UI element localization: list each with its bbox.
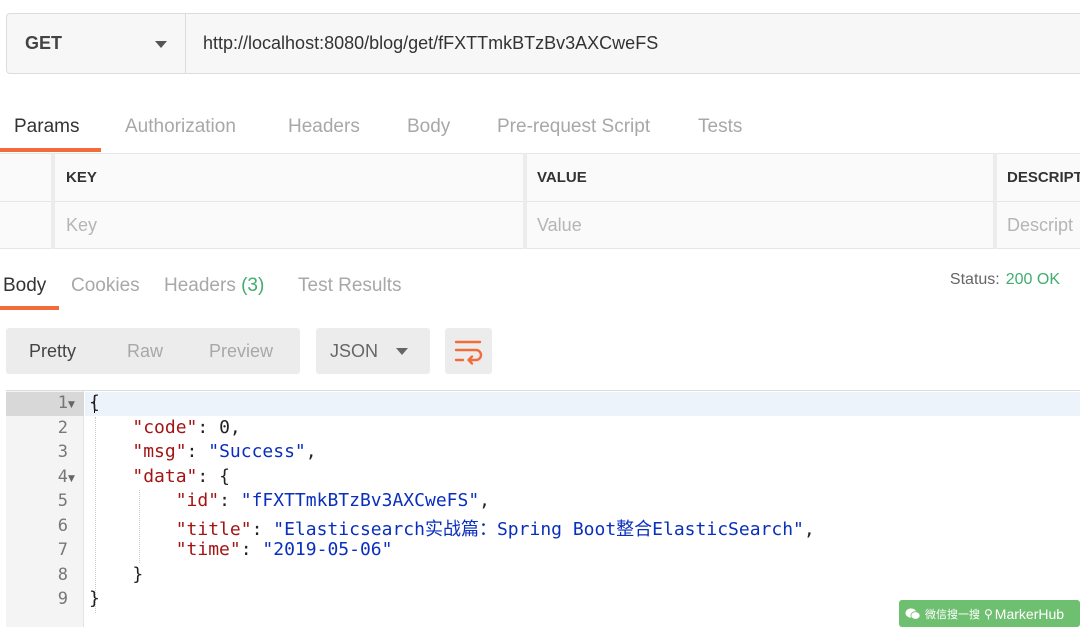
- view-raw-button[interactable]: Raw: [127, 341, 163, 362]
- column-divider: [51, 153, 55, 249]
- params-input-row: Key Value Descript: [0, 201, 1080, 249]
- format-select[interactable]: JSON: [316, 328, 430, 374]
- active-response-tab-indicator: [0, 306, 59, 310]
- fold-arrow-icon[interactable]: ▼: [68, 400, 75, 410]
- tab-response-body[interactable]: Body: [3, 275, 46, 297]
- method-label: GET: [25, 33, 63, 53]
- view-preview-button[interactable]: Preview: [209, 341, 273, 362]
- request-tabs: Params Authorization Headers Body Pre-re…: [0, 105, 1080, 153]
- search-icon: ⚲: [984, 606, 993, 621]
- description-input[interactable]: Descript: [996, 202, 1080, 249]
- format-label: JSON: [330, 341, 379, 361]
- url-input[interactable]: http://localhost:8080/blog/get/fFXTTmkBT…: [186, 14, 1080, 73]
- code-line: "id": "fFXTTmkBTzBv3AXCweFS",: [175, 490, 491, 511]
- response-body-editor[interactable]: 1 ▼ 2 3 4 ▼ 5 6 7 8 9 { "code": 0, "msg"…: [6, 390, 1080, 627]
- line-number: 5: [57, 491, 68, 511]
- params-header-row: KEY VALUE DESCRIPTI: [0, 153, 1080, 201]
- tab-cookies[interactable]: Cookies: [71, 275, 140, 297]
- response-tabs: Body Cookies Headers (3) Test Results: [0, 268, 1080, 312]
- line-number: 7: [57, 540, 68, 560]
- value-input[interactable]: Value: [526, 202, 994, 249]
- code-line: }: [132, 564, 144, 585]
- line-number: 1: [57, 393, 68, 413]
- headers-count-badge: (3): [241, 275, 265, 296]
- column-key: KEY: [66, 169, 97, 186]
- column-divider: [993, 153, 997, 249]
- tab-response-headers[interactable]: Headers (3): [164, 275, 264, 297]
- view-pretty-button[interactable]: Pretty: [29, 341, 76, 362]
- tab-test-results[interactable]: Test Results: [298, 275, 401, 297]
- active-tab-indicator: [0, 148, 101, 152]
- line-number: 6: [57, 516, 68, 536]
- view-mode-toggle: Pretty Raw Preview: [6, 328, 300, 374]
- column-divider: [523, 153, 527, 249]
- watermark-brand: MarkerHub: [994, 605, 1065, 622]
- watermark: 微信搜一搜 ⚲ MarkerHub: [899, 600, 1080, 627]
- chevron-down-icon: [396, 348, 408, 355]
- code-line: "time": "2019-05-06": [175, 539, 393, 560]
- chevron-down-icon: [155, 41, 167, 48]
- wechat-icon: [905, 607, 921, 620]
- code-line: {: [89, 392, 100, 413]
- code-line: }: [89, 588, 100, 609]
- active-line-highlight: [85, 392, 1080, 416]
- line-number: 4: [57, 467, 68, 487]
- code-line: "title": "Elasticsearch实战篇：Spring Boot整合…: [175, 519, 815, 540]
- fold-arrow-icon[interactable]: ▼: [68, 474, 75, 484]
- wrap-lines-button[interactable]: [445, 328, 492, 374]
- line-number: 9: [57, 589, 68, 609]
- line-number: 3: [57, 442, 68, 462]
- code-line: "msg": "Success",: [132, 441, 317, 462]
- url-text: http://localhost:8080/blog/get/fFXTTmkBT…: [203, 33, 659, 53]
- code-line: "code": 0,: [132, 417, 241, 438]
- key-input[interactable]: Key: [55, 202, 525, 249]
- line-number: 8: [57, 565, 68, 585]
- code-line: "data": {: [132, 466, 230, 487]
- response-status: Status: 200 OK: [950, 271, 1060, 289]
- params-table: KEY VALUE DESCRIPTI Key Value Descript: [0, 153, 1080, 249]
- line-number: 2: [57, 418, 68, 438]
- watermark-prefix: 微信搜一搜: [925, 608, 980, 621]
- status-badge: 200 OK: [1005, 271, 1060, 288]
- method-select[interactable]: GET: [7, 14, 186, 73]
- status-label: Status:: [949, 271, 1000, 288]
- tab-response-headers-label: Headers: [164, 275, 236, 296]
- column-description: DESCRIPTI: [1007, 169, 1080, 186]
- wrap-lines-icon: [454, 340, 483, 365]
- request-bar: GET http://localhost:8080/blog/get/fFXTT…: [6, 13, 1080, 74]
- column-value: VALUE: [537, 169, 587, 186]
